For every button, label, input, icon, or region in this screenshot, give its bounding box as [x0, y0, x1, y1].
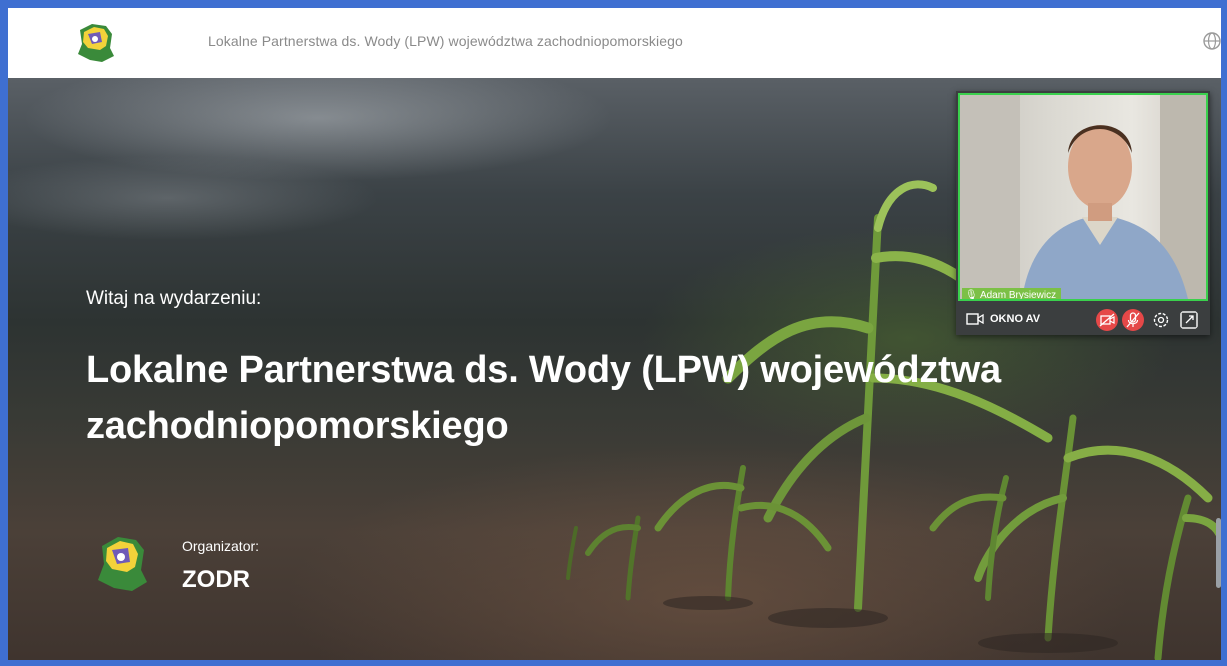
- av-window-label: OKNO AV: [990, 313, 1041, 325]
- globe-icon[interactable]: [1201, 30, 1221, 52]
- app-frame: Lokalne Partnerstwa ds. Wody (LPW) wojew…: [8, 8, 1221, 660]
- camera-off-icon[interactable]: [1096, 309, 1118, 331]
- header-title: Lokalne Partnerstwa ds. Wody (LPW) wojew…: [208, 33, 683, 49]
- event-title: Lokalne Partnerstwa ds. Wody (LPW) wojew…: [86, 349, 1001, 447]
- organizer-name: ZODR: [182, 566, 250, 593]
- gear-icon[interactable]: [1150, 309, 1172, 331]
- video-camera-icon: [966, 313, 984, 325]
- mic-off-icon[interactable]: [1122, 309, 1144, 331]
- organizer-label: Organizator:: [182, 538, 260, 554]
- scrollbar-thumb[interactable]: [1216, 518, 1221, 588]
- speaker-silhouette: [960, 95, 1206, 299]
- mic-icon: 🎙︎: [965, 290, 978, 301]
- av-window[interactable]: 🎙︎ Adam Brysiewicz OKNO AV: [956, 91, 1210, 335]
- av-controls: OKNO AV: [956, 303, 1210, 335]
- zodr-logo-icon[interactable]: [72, 20, 118, 66]
- top-bar: Lokalne Partnerstwa ds. Wody (LPW) wojew…: [8, 8, 1221, 78]
- welcome-text: Witaj na wydarzeniu:: [86, 288, 262, 309]
- speaker-name: Adam Brysiewicz: [979, 290, 1057, 301]
- organizer-logo-icon: [98, 537, 147, 591]
- speaker-name-tag: 🎙︎ Adam Brysiewicz: [962, 288, 1062, 301]
- expand-icon[interactable]: [1178, 309, 1200, 331]
- speaker-video: 🎙︎ Adam Brysiewicz: [958, 93, 1208, 301]
